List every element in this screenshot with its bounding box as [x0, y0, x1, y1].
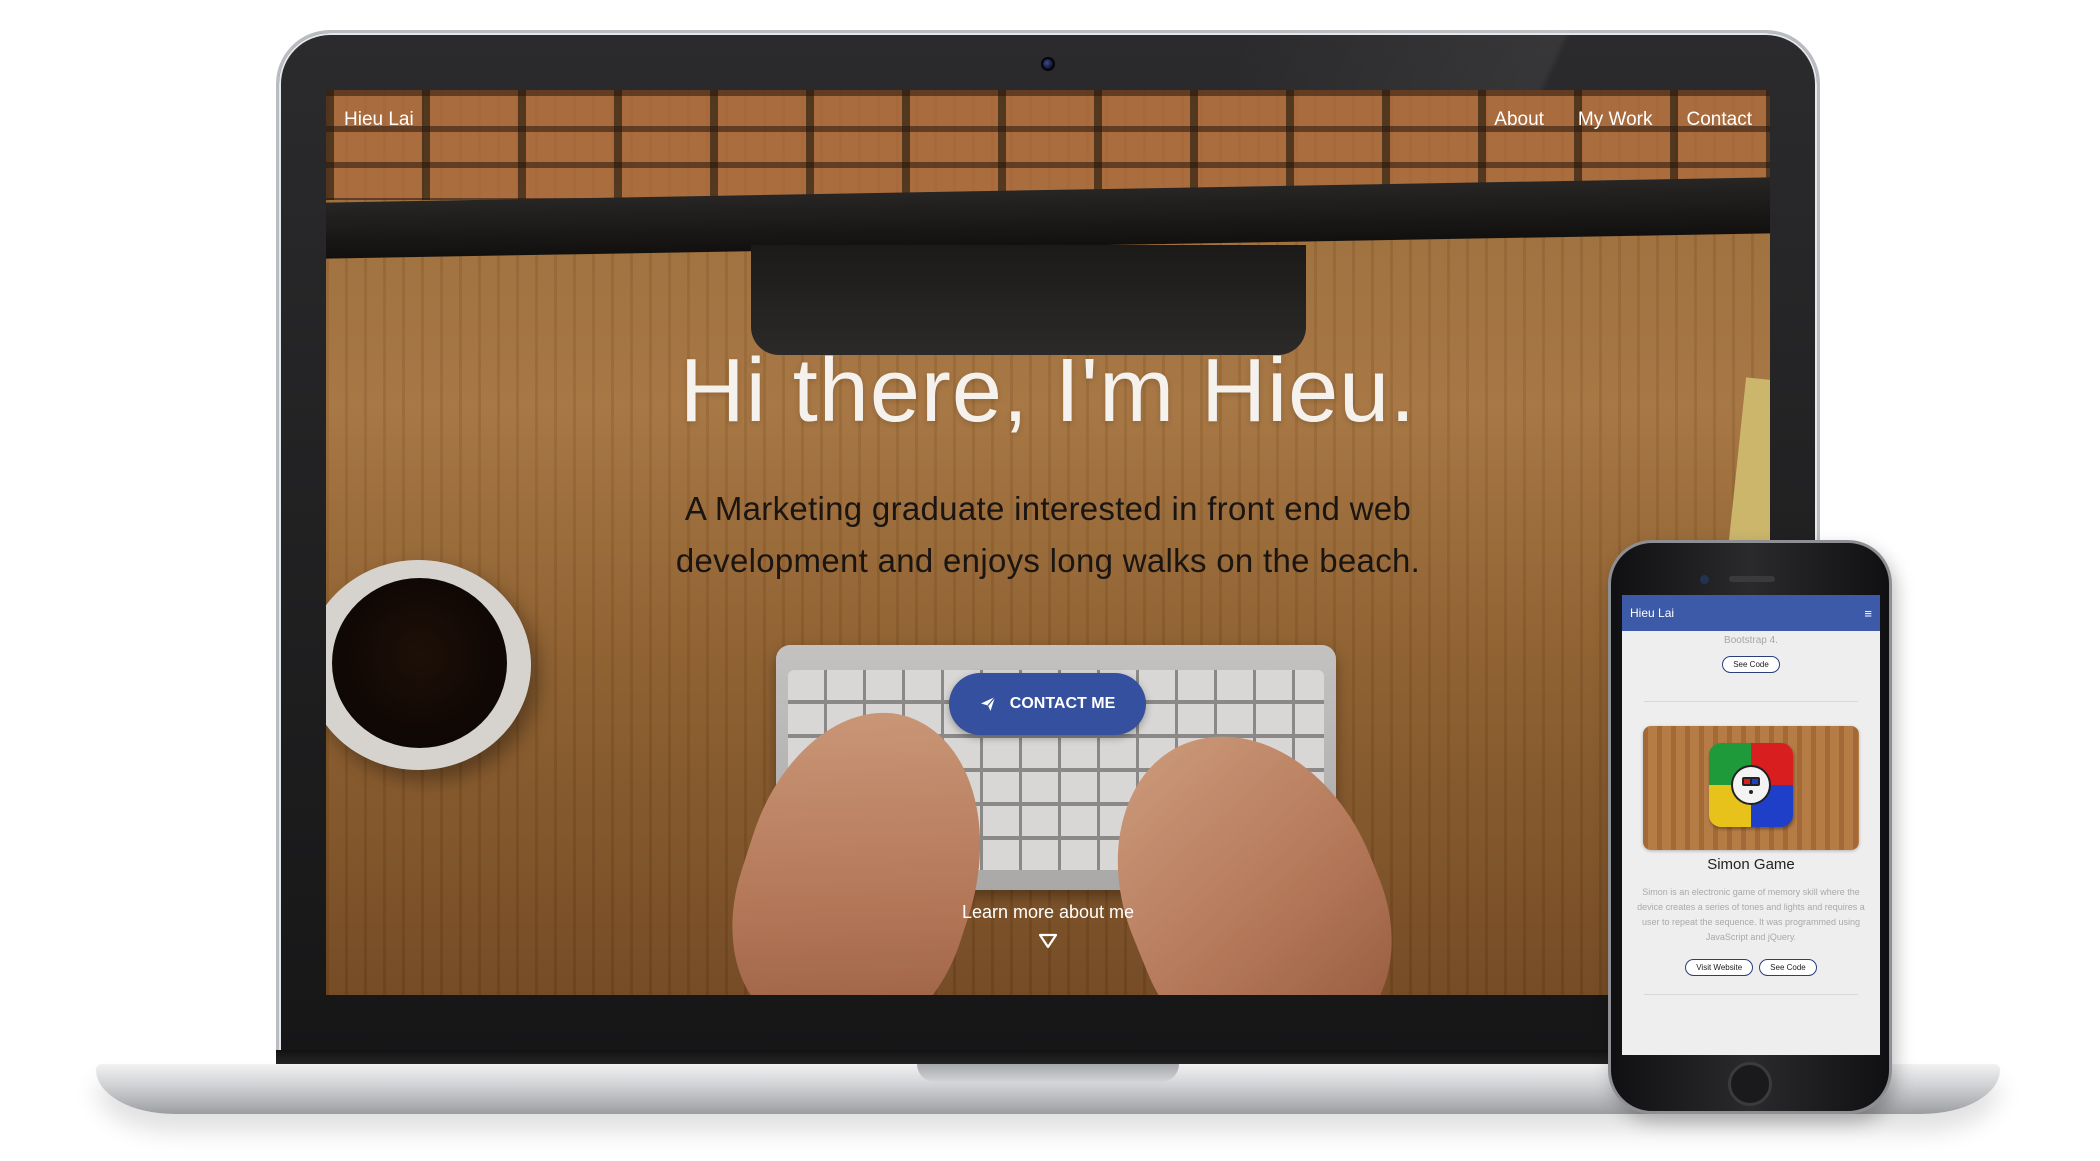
nav-links: About My Work Contact	[1494, 109, 1752, 131]
nav-link-contact[interactable]: Contact	[1687, 109, 1752, 131]
simon-center	[1731, 765, 1771, 805]
learn-more-link[interactable]: Learn more about me	[326, 902, 1770, 923]
hero-subtitle: A Marketing graduate interested in front…	[326, 483, 1770, 587]
contact-me-label: CONTACT ME	[1009, 695, 1116, 712]
hamburger-icon[interactable]: ≡	[1864, 606, 1872, 621]
laptop-camera-icon	[1041, 57, 1055, 71]
site-navbar: Hieu Lai About My Work Contact	[326, 90, 1770, 150]
prev-project-actions: See Code	[1622, 654, 1880, 673]
project-card: Simon Game Simon is an electronic game o…	[1622, 726, 1880, 976]
triangle-down-icon[interactable]	[1037, 932, 1059, 950]
nav-link-my-work[interactable]: My Work	[1578, 109, 1653, 131]
divider	[1644, 701, 1858, 702]
prev-see-code-button[interactable]: See Code	[1722, 656, 1780, 673]
project-actions: Visit Website See Code	[1622, 959, 1880, 976]
see-code-button[interactable]: See Code	[1759, 959, 1817, 976]
simon-face-icon	[1742, 777, 1760, 794]
paper-plane-icon	[980, 696, 996, 711]
phone-screen: Hieu Lai ≡ Bootstrap 4. See Code Simon G…	[1622, 595, 1880, 1055]
prev-project: Bootstrap 4. See Code	[1622, 631, 1880, 673]
prev-project-text: Bootstrap 4.	[1724, 635, 1778, 646]
device-mockup: Hieu Lai About My Work Contact Hi there,…	[0, 0, 2100, 1161]
laptop-notch	[917, 1064, 1179, 1082]
divider	[1644, 994, 1858, 995]
hero-subtitle-line-1: A Marketing graduate interested in front…	[684, 490, 1412, 527]
hero-subtitle-line-2: development and enjoys long walks on the…	[675, 542, 1421, 579]
phone-camera-icon	[1700, 575, 1709, 584]
laptop-screen: Hieu Lai About My Work Contact Hi there,…	[326, 90, 1770, 995]
site-brand[interactable]: Hieu Lai	[344, 109, 414, 131]
mobile-navbar: Hieu Lai ≡	[1622, 595, 1880, 631]
nav-link-about[interactable]: About	[1494, 109, 1544, 131]
contact-me-button[interactable]: CONTACT ME	[949, 673, 1146, 735]
phone-speaker	[1729, 576, 1775, 582]
project-image[interactable]	[1643, 726, 1859, 850]
mobile-brand[interactable]: Hieu Lai	[1630, 606, 1674, 620]
visit-website-button[interactable]: Visit Website	[1685, 959, 1754, 976]
phone-home-button	[1728, 1062, 1772, 1106]
hero-title: Hi there, I'm Hieu.	[679, 341, 1417, 441]
project-title: Simon Game	[1707, 856, 1795, 873]
project-description: Simon is an electronic game of memory sk…	[1637, 887, 1865, 942]
simon-game-icon	[1709, 743, 1793, 827]
